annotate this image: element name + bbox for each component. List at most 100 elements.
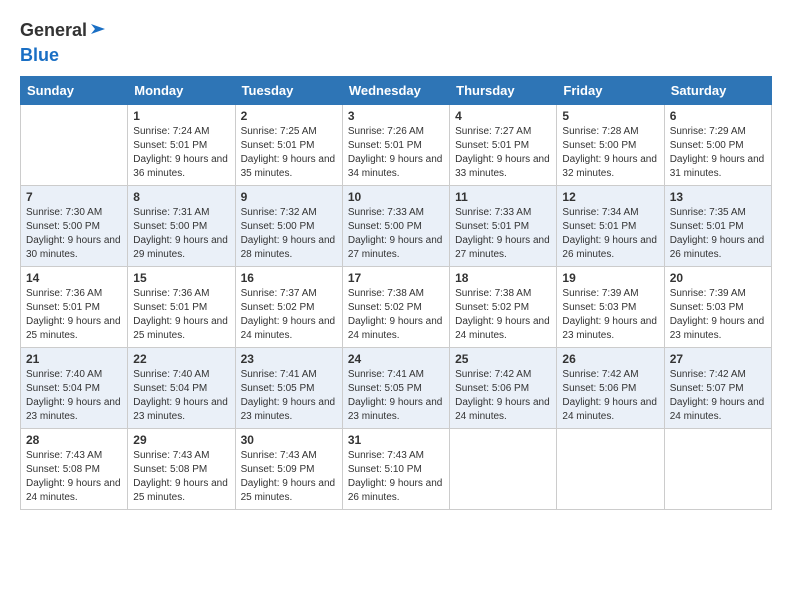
day-info: Sunrise: 7:34 AMSunset: 5:01 PMDaylight:… bbox=[562, 206, 658, 262]
day-number: 15 bbox=[133, 271, 229, 285]
calendar-cell: 7 Sunrise: 7:30 AMSunset: 5:00 PMDaylight… bbox=[21, 186, 128, 267]
day-number: 14 bbox=[26, 271, 122, 285]
calendar-cell: 1 Sunrise: 7:24 AMSunset: 5:01 PMDaylight… bbox=[128, 105, 235, 186]
logo-arrow-icon bbox=[89, 20, 107, 38]
weekday-header-sunday: Sunday bbox=[21, 77, 128, 105]
day-number: 12 bbox=[562, 190, 658, 204]
calendar-cell: 8Sunrise: 7:31 AMSunset: 5:00 PMDaylight… bbox=[128, 186, 235, 267]
day-info: Sunrise: 7:24 AMSunset: 5:01 PMDaylight:… bbox=[133, 125, 229, 181]
day-number: 4 bbox=[455, 109, 551, 123]
day-number: 2 bbox=[241, 109, 337, 123]
calendar-cell: 9Sunrise: 7:32 AMSunset: 5:00 PMDaylight… bbox=[235, 186, 342, 267]
day-number: 5 bbox=[562, 109, 658, 123]
calendar-cell: 19 Sunrise: 7:39 AMSunset: 5:03 PMDayligh… bbox=[557, 267, 664, 348]
day-info: Sunrise: 7:25 AMSunset: 5:01 PMDaylight:… bbox=[241, 125, 337, 181]
day-number: 11 bbox=[455, 190, 551, 204]
day-info: Sunrise: 7:26 AMSunset: 5:01 PMDaylight:… bbox=[348, 125, 444, 181]
calendar-cell: 23 Sunrise: 7:41 AMSunset: 5:05 PMDayligh… bbox=[235, 348, 342, 429]
calendar-cell: 22Sunrise: 7:40 AMSunset: 5:04 PMDayligh… bbox=[128, 348, 235, 429]
day-info: Sunrise: 7:39 AMSunset: 5:03 PMDaylight:… bbox=[670, 287, 766, 343]
day-info: Sunrise: 7:37 AMSunset: 5:02 PMDaylight:… bbox=[241, 287, 337, 343]
calendar-cell: 18Sunrise: 7:38 AMSunset: 5:02 PMDayligh… bbox=[450, 267, 557, 348]
calendar-cell: 26 Sunrise: 7:42 AMSunset: 5:06 PMDayligh… bbox=[557, 348, 664, 429]
day-info: Sunrise: 7:33 AMSunset: 5:01 PMDaylight:… bbox=[455, 206, 551, 262]
day-number: 3 bbox=[348, 109, 444, 123]
day-info: Sunrise: 7:42 AMSunset: 5:06 PMDaylight:… bbox=[562, 368, 658, 424]
weekday-header-tuesday: Tuesday bbox=[235, 77, 342, 105]
day-number: 31 bbox=[348, 433, 444, 447]
day-info: Sunrise: 7:36 AMSunset: 5:01 PMDaylight:… bbox=[133, 287, 229, 343]
day-number: 7 bbox=[26, 190, 122, 204]
day-info: Sunrise: 7:38 AMSunset: 5:02 PMDaylight:… bbox=[455, 287, 551, 343]
day-number: 17 bbox=[348, 271, 444, 285]
day-number: 26 bbox=[562, 352, 658, 366]
calendar-week-row: 21 Sunrise: 7:40 AMSunset: 5:04 PMDayligh… bbox=[21, 348, 772, 429]
calendar-cell: 15 Sunrise: 7:36 AMSunset: 5:01 PMDayligh… bbox=[128, 267, 235, 348]
day-number: 27 bbox=[670, 352, 766, 366]
weekday-header-row: SundayMondayTuesdayWednesdayThursdayFrid… bbox=[21, 77, 772, 105]
weekday-header-saturday: Saturday bbox=[664, 77, 771, 105]
calendar-cell: 29 Sunrise: 7:43 AMSunset: 5:08 PMDayligh… bbox=[128, 429, 235, 510]
calendar-week-row: 14 Sunrise: 7:36 AMSunset: 5:01 PMDayligh… bbox=[21, 267, 772, 348]
day-number: 10 bbox=[348, 190, 444, 204]
day-number: 19 bbox=[562, 271, 658, 285]
calendar-cell: 12 Sunrise: 7:34 AMSunset: 5:01 PMDayligh… bbox=[557, 186, 664, 267]
calendar-cell: 21 Sunrise: 7:40 AMSunset: 5:04 PMDayligh… bbox=[21, 348, 128, 429]
day-info: Sunrise: 7:40 AMSunset: 5:04 PMDaylight:… bbox=[26, 368, 122, 424]
calendar-cell: 25 Sunrise: 7:42 AMSunset: 5:06 PMDayligh… bbox=[450, 348, 557, 429]
day-number: 6 bbox=[670, 109, 766, 123]
day-info: Sunrise: 7:43 AMSunset: 5:10 PMDaylight:… bbox=[348, 449, 444, 505]
calendar-cell: 30 Sunrise: 7:43 AMSunset: 5:09 PMDayligh… bbox=[235, 429, 342, 510]
day-number: 16 bbox=[241, 271, 337, 285]
calendar-cell bbox=[450, 429, 557, 510]
day-number: 28 bbox=[26, 433, 122, 447]
day-number: 25 bbox=[455, 352, 551, 366]
weekday-header-wednesday: Wednesday bbox=[342, 77, 449, 105]
day-info: Sunrise: 7:41 AMSunset: 5:05 PMDaylight:… bbox=[241, 368, 337, 424]
calendar-cell: 24 Sunrise: 7:41 AMSunset: 5:05 PMDayligh… bbox=[342, 348, 449, 429]
calendar-cell: 2 Sunrise: 7:25 AMSunset: 5:01 PMDaylight… bbox=[235, 105, 342, 186]
day-number: 9 bbox=[241, 190, 337, 204]
day-info: Sunrise: 7:43 AMSunset: 5:09 PMDaylight:… bbox=[241, 449, 337, 505]
day-info: Sunrise: 7:39 AMSunset: 5:03 PMDaylight:… bbox=[562, 287, 658, 343]
day-number: 30 bbox=[241, 433, 337, 447]
calendar-cell: 14 Sunrise: 7:36 AMSunset: 5:01 PMDayligh… bbox=[21, 267, 128, 348]
calendar-cell: 16 Sunrise: 7:37 AMSunset: 5:02 PMDayligh… bbox=[235, 267, 342, 348]
calendar-cell bbox=[21, 105, 128, 186]
calendar-cell: 3 Sunrise: 7:26 AMSunset: 5:01 PMDaylight… bbox=[342, 105, 449, 186]
calendar-cell: 27 Sunrise: 7:42 AMSunset: 5:07 PMDayligh… bbox=[664, 348, 771, 429]
weekday-header-thursday: Thursday bbox=[450, 77, 557, 105]
day-info: Sunrise: 7:43 AMSunset: 5:08 PMDaylight:… bbox=[26, 449, 122, 505]
logo-blue: Blue bbox=[20, 45, 59, 66]
day-info: Sunrise: 7:42 AMSunset: 5:07 PMDaylight:… bbox=[670, 368, 766, 424]
day-info: Sunrise: 7:35 AMSunset: 5:01 PMDaylight:… bbox=[670, 206, 766, 262]
day-info: Sunrise: 7:29 AMSunset: 5:00 PMDaylight:… bbox=[670, 125, 766, 181]
day-number: 20 bbox=[670, 271, 766, 285]
calendar-cell bbox=[557, 429, 664, 510]
day-number: 13 bbox=[670, 190, 766, 204]
calendar-table: SundayMondayTuesdayWednesdayThursdayFrid… bbox=[20, 76, 772, 510]
day-number: 1 bbox=[133, 109, 229, 123]
day-number: 21 bbox=[26, 352, 122, 366]
calendar-cell: 13 Sunrise: 7:35 AMSunset: 5:01 PMDayligh… bbox=[664, 186, 771, 267]
logo-wordmark: General bbox=[20, 20, 107, 41]
logo-general: General bbox=[20, 20, 87, 41]
day-info: Sunrise: 7:43 AMSunset: 5:08 PMDaylight:… bbox=[133, 449, 229, 505]
day-info: Sunrise: 7:30 AMSunset: 5:00 PMDaylight:… bbox=[26, 206, 122, 262]
day-info: Sunrise: 7:41 AMSunset: 5:05 PMDaylight:… bbox=[348, 368, 444, 424]
calendar-cell bbox=[664, 429, 771, 510]
day-info: Sunrise: 7:40 AMSunset: 5:04 PMDaylight:… bbox=[133, 368, 229, 424]
weekday-header-friday: Friday bbox=[557, 77, 664, 105]
day-number: 24 bbox=[348, 352, 444, 366]
header: General Blue bbox=[20, 20, 772, 66]
day-info: Sunrise: 7:42 AMSunset: 5:06 PMDaylight:… bbox=[455, 368, 551, 424]
calendar-cell: 10Sunrise: 7:33 AMSunset: 5:00 PMDayligh… bbox=[342, 186, 449, 267]
calendar-cell: 4Sunrise: 7:27 AMSunset: 5:01 PMDaylight… bbox=[450, 105, 557, 186]
day-info: Sunrise: 7:31 AMSunset: 5:00 PMDaylight:… bbox=[133, 206, 229, 262]
day-info: Sunrise: 7:38 AMSunset: 5:02 PMDaylight:… bbox=[348, 287, 444, 343]
day-info: Sunrise: 7:36 AMSunset: 5:01 PMDaylight:… bbox=[26, 287, 122, 343]
calendar-cell: 5Sunrise: 7:28 AMSunset: 5:00 PMDaylight… bbox=[557, 105, 664, 186]
day-number: 29 bbox=[133, 433, 229, 447]
calendar-cell: 11 Sunrise: 7:33 AMSunset: 5:01 PMDayligh… bbox=[450, 186, 557, 267]
day-number: 23 bbox=[241, 352, 337, 366]
